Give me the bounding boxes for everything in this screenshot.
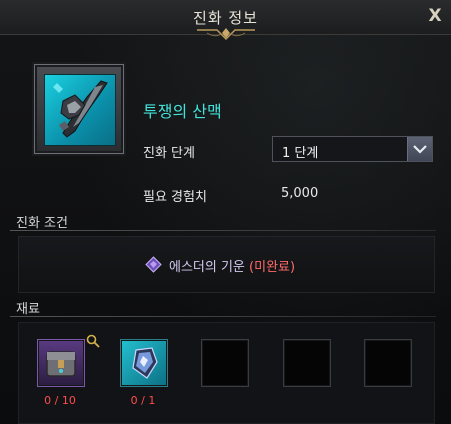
material-slot-5[interactable] [364, 339, 412, 387]
material-slot-4[interactable] [283, 339, 331, 387]
material-slot-1[interactable] [37, 339, 85, 387]
esther-energy-icon [145, 256, 162, 273]
chevron-down-icon[interactable] [407, 137, 432, 161]
conditions-section-title: 진화 조건 [16, 216, 68, 231]
materials-section-title: 재료 [16, 302, 40, 317]
material-slot-3[interactable] [201, 339, 249, 387]
title-ornament-icon [197, 28, 255, 41]
close-button[interactable]: X [424, 5, 446, 27]
treasure-chest-icon [46, 351, 76, 377]
condition-text: 에스더의 기운 (미완료) [169, 256, 295, 275]
item-name: 투쟁의 산맥 [143, 102, 222, 121]
required-exp-value: 5,000 [281, 186, 319, 201]
condition-requirement-name: 에스더의 기운 [169, 260, 245, 275]
spear-weapon-icon [44, 74, 116, 146]
material-count-1: 0 / 10 [44, 394, 76, 407]
required-exp-label: 필요 경험치 [143, 190, 207, 205]
evolution-info-window: 진화 정보 X 투쟁의 산맥 진화 단계 1 단계 필요 경험치 5,000 진 [0, 0, 451, 424]
condition-box: 에스더의 기운 (미완료) [18, 236, 435, 293]
material-count-2: 0 / 1 [130, 394, 156, 407]
search-icon[interactable] [86, 334, 100, 348]
evolution-stage-value: 1 단계 [282, 146, 319, 161]
item-icon-frame [34, 64, 124, 154]
window-title: 진화 정보 [193, 9, 258, 27]
evolution-stage-label: 진화 단계 [143, 146, 195, 161]
conditions-divider [10, 230, 436, 231]
condition-status: (미완료) [249, 260, 296, 275]
evolution-stage-select[interactable]: 1 단계 [272, 136, 433, 162]
material-slot-2[interactable] [120, 339, 168, 387]
materials-divider [10, 316, 436, 317]
crystal-shard-icon [132, 347, 158, 379]
